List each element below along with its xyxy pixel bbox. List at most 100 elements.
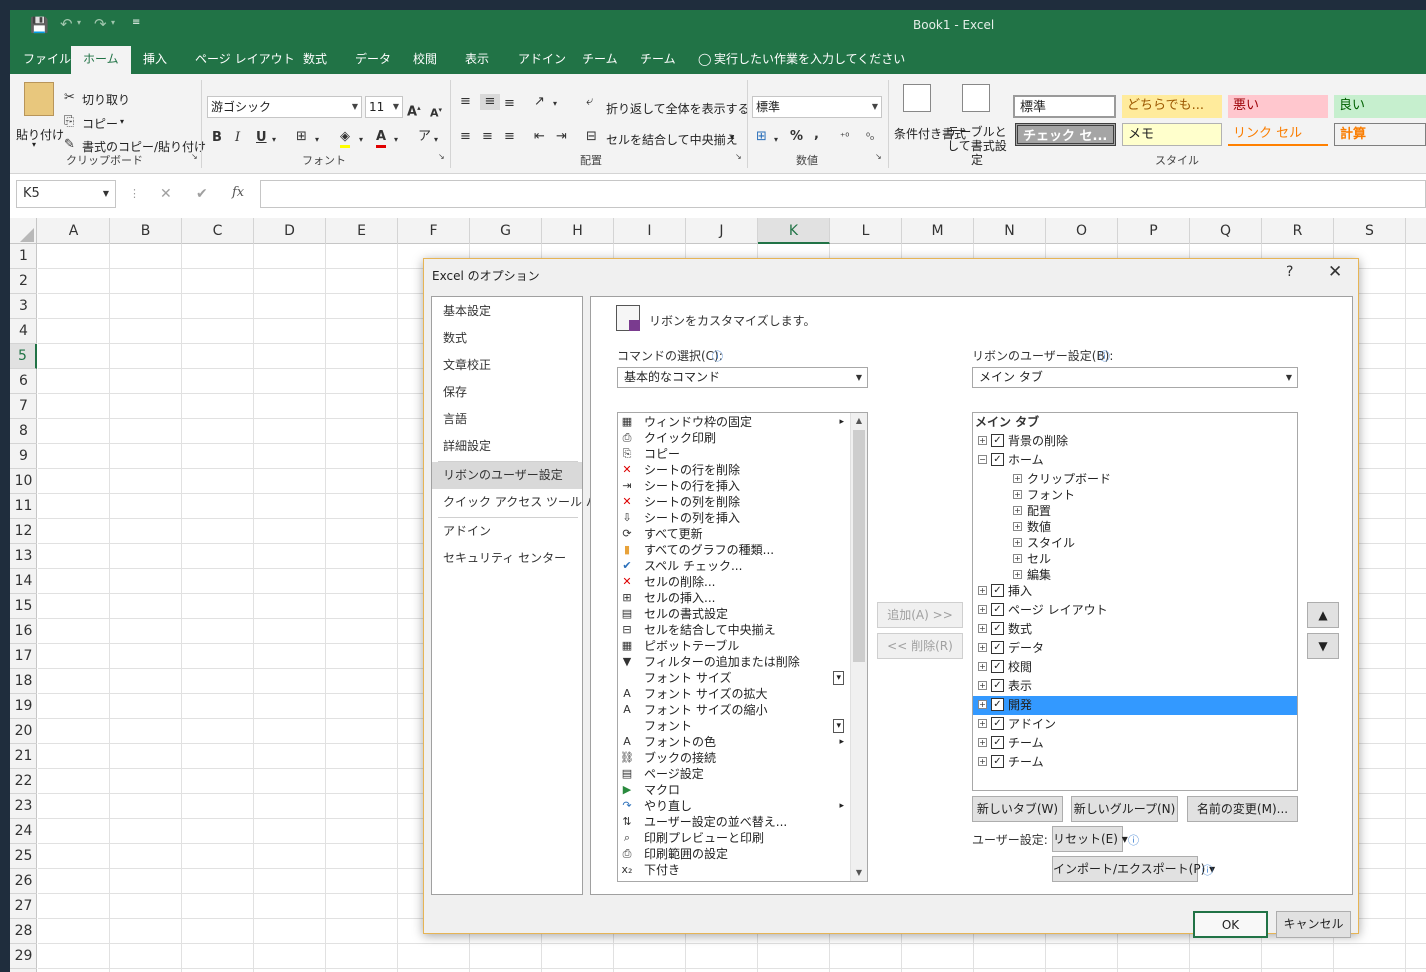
font-launcher-icon[interactable]: ↘ (438, 152, 445, 161)
font-name-combo[interactable]: 游ゴシック ▼ (207, 96, 362, 118)
checkbox[interactable]: ✓ (991, 717, 1004, 730)
column-header-a[interactable]: A (38, 218, 110, 244)
nav-item-2[interactable]: 数式 (432, 325, 582, 352)
row-header-25[interactable]: 25 (10, 844, 37, 869)
command-item[interactable]: A フォントの色 ▸ (618, 734, 850, 750)
command-item[interactable]: ⇥ シートの行を挿入 (618, 478, 850, 494)
borders-dropdown-icon[interactable]: ▾ (315, 132, 319, 148)
row-header-8[interactable]: 8 (10, 419, 37, 444)
style-linked-cell[interactable]: リンク セル (1228, 123, 1328, 146)
tab-addins[interactable]: アドイン (518, 46, 566, 74)
font-size-combo[interactable]: 11 ▼ (365, 96, 403, 118)
expand-icon[interactable]: + (1013, 538, 1022, 547)
row-header-14[interactable]: 14 (10, 569, 37, 594)
expand-icon[interactable]: + (978, 605, 987, 614)
cut-button[interactable]: 切り取り (82, 91, 130, 108)
column-header-q[interactable]: Q (1190, 218, 1262, 244)
row-header-1[interactable]: 1 (10, 244, 37, 269)
command-item[interactable]: ▮ すべてのグラフの種類... (618, 542, 850, 558)
command-item[interactable]: ✕ セルの削除... (618, 574, 850, 590)
tree-node[interactable]: + ✓ アドイン (973, 715, 1293, 734)
tab-review[interactable]: 校閲 (413, 46, 437, 74)
command-item[interactable]: ⛓ ブックの接続 (618, 750, 850, 766)
row-header-19[interactable]: 19 (10, 694, 37, 719)
italic-button[interactable]: I (235, 130, 240, 146)
reset-button[interactable]: リセット(E) ▾ (1052, 826, 1128, 852)
column-header-g[interactable]: G (470, 218, 542, 244)
row-header-20[interactable]: 20 (10, 719, 37, 744)
checkbox[interactable]: ✓ (991, 603, 1004, 616)
import-export-button[interactable]: インポート/エクスポート(P) ▾ (1052, 856, 1215, 882)
help-button[interactable]: ? (1286, 264, 1293, 280)
remove-button[interactable]: << 削除(R) (877, 633, 963, 659)
command-item[interactable]: A フォント サイズの拡大 (618, 686, 850, 702)
command-item[interactable]: ⎘ コピー (618, 446, 850, 462)
command-item[interactable]: ⇩ シートの列を挿入 (618, 510, 850, 526)
expand-icon[interactable]: + (978, 586, 987, 595)
column-header-c[interactable]: C (182, 218, 254, 244)
decrease-decimal-icon[interactable]: ⁰₀ (866, 130, 874, 146)
command-item[interactable]: ▶ マクロ (618, 782, 850, 798)
style-bad[interactable]: 悪い (1228, 95, 1328, 118)
choose-commands-combo[interactable]: 基本的なコマンド ▼ (617, 367, 868, 388)
align-center-icon[interactable]: ≡ (482, 129, 493, 145)
tree-node[interactable]: + ✓ 数式 (973, 620, 1293, 639)
column-header-m[interactable]: M (902, 218, 974, 244)
expand-icon[interactable]: + (978, 681, 987, 690)
checkbox[interactable]: ✓ (991, 434, 1004, 447)
row-header-27[interactable]: 27 (10, 894, 37, 919)
tab-page-layout[interactable]: ページ レイアウト (195, 46, 295, 74)
orientation-dropdown-icon[interactable]: ▾ (553, 96, 557, 112)
paste-icon[interactable] (24, 82, 54, 116)
merge-center-button[interactable]: セルを結合して中央揃え (606, 131, 738, 148)
decrease-indent-icon[interactable]: ⇤ (534, 129, 545, 145)
checkbox[interactable]: ✓ (991, 584, 1004, 597)
number-format-combo[interactable]: 標準 ▼ (752, 96, 882, 118)
save-icon[interactable]: 💾 (30, 16, 49, 34)
checkbox[interactable]: ✓ (991, 660, 1004, 673)
borders-icon[interactable]: ⊞ (296, 129, 307, 145)
column-header-p[interactable]: P (1118, 218, 1190, 244)
tab-insert[interactable]: 挿入 (143, 46, 167, 74)
collapse-icon[interactable]: − (978, 455, 987, 464)
command-item[interactable]: ⊞ セルの挿入... (618, 590, 850, 606)
row-header-29[interactable]: 29 (10, 944, 37, 969)
expand-icon[interactable]: + (978, 624, 987, 633)
command-item[interactable]: ▼ フィルターの追加または削除 (618, 654, 850, 670)
ribbon-tabs-tree[interactable]: メイン タブ + ✓ 背景の削除 − ✓ ホーム + クリップボード + フォント + 配置 + 数値 + ス… (972, 412, 1298, 791)
nav-item-6[interactable]: 詳細設定 (432, 433, 582, 460)
redo-dropdown-icon[interactable]: ▾ (111, 18, 115, 27)
expand-icon[interactable]: + (978, 738, 987, 747)
expand-icon[interactable]: + (1013, 490, 1022, 499)
checkbox[interactable]: ✓ (991, 679, 1004, 692)
move-up-button[interactable]: ▲ (1307, 602, 1339, 628)
redo-icon[interactable]: ↷ (94, 15, 107, 33)
expand-icon[interactable]: + (978, 643, 987, 652)
checkbox[interactable]: ✓ (991, 641, 1004, 654)
commands-scrollbar[interactable]: ▲ ▼ (850, 413, 867, 881)
column-header-e[interactable]: E (326, 218, 398, 244)
nav-item-5[interactable]: 言語 (432, 406, 582, 433)
fill-color-dropdown-icon[interactable]: ▾ (359, 132, 363, 148)
phonetic-icon[interactable]: ア (418, 129, 431, 145)
command-item[interactable]: フォント ▾ (618, 718, 850, 734)
number-launcher-icon[interactable]: ↘ (875, 152, 882, 161)
column-header-i[interactable]: I (614, 218, 686, 244)
wrap-text-button[interactable]: 折り返して全体を表示する (606, 100, 750, 117)
style-check-cell[interactable]: チェック セ... (1015, 123, 1116, 146)
column-header-k[interactable]: K (758, 218, 830, 244)
checkbox[interactable]: ✓ (991, 755, 1004, 768)
style-neutral[interactable]: どちらでも... (1122, 95, 1222, 118)
row-header-6[interactable]: 6 (10, 369, 37, 394)
row-header-2[interactable]: 2 (10, 269, 37, 294)
column-header-o[interactable]: O (1046, 218, 1118, 244)
column-header-n[interactable]: N (974, 218, 1046, 244)
tab-home[interactable]: ホーム (71, 46, 131, 74)
row-header-24[interactable]: 24 (10, 819, 37, 844)
row-header-9[interactable]: 9 (10, 444, 37, 469)
customize-ribbon-combo[interactable]: メイン タブ ▼ (972, 367, 1298, 388)
align-left-icon[interactable]: ≡ (460, 129, 471, 145)
expand-icon[interactable]: + (978, 719, 987, 728)
nav-item-1[interactable]: 基本設定 (432, 298, 582, 325)
nav-item-8[interactable]: クイック アクセス ツール バー (432, 489, 610, 516)
